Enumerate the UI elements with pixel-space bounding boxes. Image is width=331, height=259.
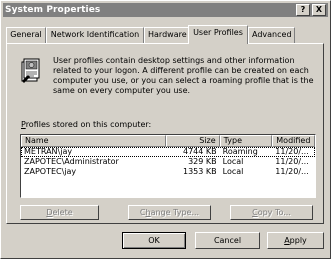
tab-general[interactable]: General xyxy=(6,27,46,43)
profiles-list-header: Name Size Type Modified xyxy=(21,135,315,147)
help-button[interactable]: ? xyxy=(296,4,310,16)
profiles-description: User profiles contain desktop settings a… xyxy=(53,56,314,95)
cell-name: METRAN\jay xyxy=(24,147,73,156)
ok-button[interactable]: OK xyxy=(122,232,186,249)
tab-advanced[interactable]: Advanced xyxy=(248,27,295,43)
window-title: System Properties xyxy=(5,5,101,15)
cell-type: Local xyxy=(222,167,244,176)
column-header-name[interactable]: Name xyxy=(21,135,166,147)
cell-modified: 11/20/... xyxy=(275,157,309,166)
cancel-button[interactable]: Cancel xyxy=(195,232,260,249)
column-header-size[interactable]: Size xyxy=(165,135,220,147)
table-row[interactable]: METRAN\jay 4744 KB Roaming 11/20/... xyxy=(21,147,315,157)
cell-modified: 11/20/... xyxy=(275,167,309,176)
cell-size: 329 KB xyxy=(188,157,217,166)
user-profiles-panel: User profiles contain desktop settings a… xyxy=(6,43,324,224)
cell-name: ZAPOTEC\Administrator xyxy=(24,157,119,166)
cell-size: 4744 KB xyxy=(183,147,217,156)
cell-type: Roaming xyxy=(222,147,258,156)
title-bar[interactable]: System Properties ? X xyxy=(3,3,328,17)
tab-user-profiles[interactable]: User Profiles xyxy=(188,25,248,44)
column-header-modified[interactable]: Modified xyxy=(272,135,315,147)
cell-name: ZAPOTEC\jay xyxy=(24,167,77,176)
profiles-stored-label: Profiles stored on this computer: xyxy=(21,120,152,129)
column-header-type[interactable]: Type xyxy=(219,135,273,147)
close-button[interactable]: X xyxy=(312,4,326,16)
apply-button[interactable]: Apply xyxy=(267,232,324,249)
table-row[interactable]: ZAPOTEC\jay 1353 KB Local 11/20/... xyxy=(21,167,315,177)
system-properties-window: System Properties ? X General Network Id… xyxy=(0,0,331,259)
profiles-list[interactable]: Name Size Type Modified METRAN\jay 4744 … xyxy=(20,134,316,198)
change-type-button[interactable]: Change Type... xyxy=(128,205,211,220)
help-icon: ? xyxy=(300,5,306,14)
delete-button[interactable]: Delete xyxy=(20,205,99,220)
cell-modified: 11/20/... xyxy=(275,147,309,156)
copy-to-button[interactable]: Copy To... xyxy=(230,205,313,220)
tab-network-identification[interactable]: Network Identification xyxy=(46,27,144,43)
cell-size: 1353 KB xyxy=(183,167,217,176)
user-profiles-icon xyxy=(21,58,40,83)
close-icon: X xyxy=(315,5,323,14)
tab-hardware[interactable]: Hardware xyxy=(144,27,190,43)
cell-type: Local xyxy=(222,157,244,166)
table-row[interactable]: ZAPOTEC\Administrator 329 KB Local 11/20… xyxy=(21,157,315,167)
